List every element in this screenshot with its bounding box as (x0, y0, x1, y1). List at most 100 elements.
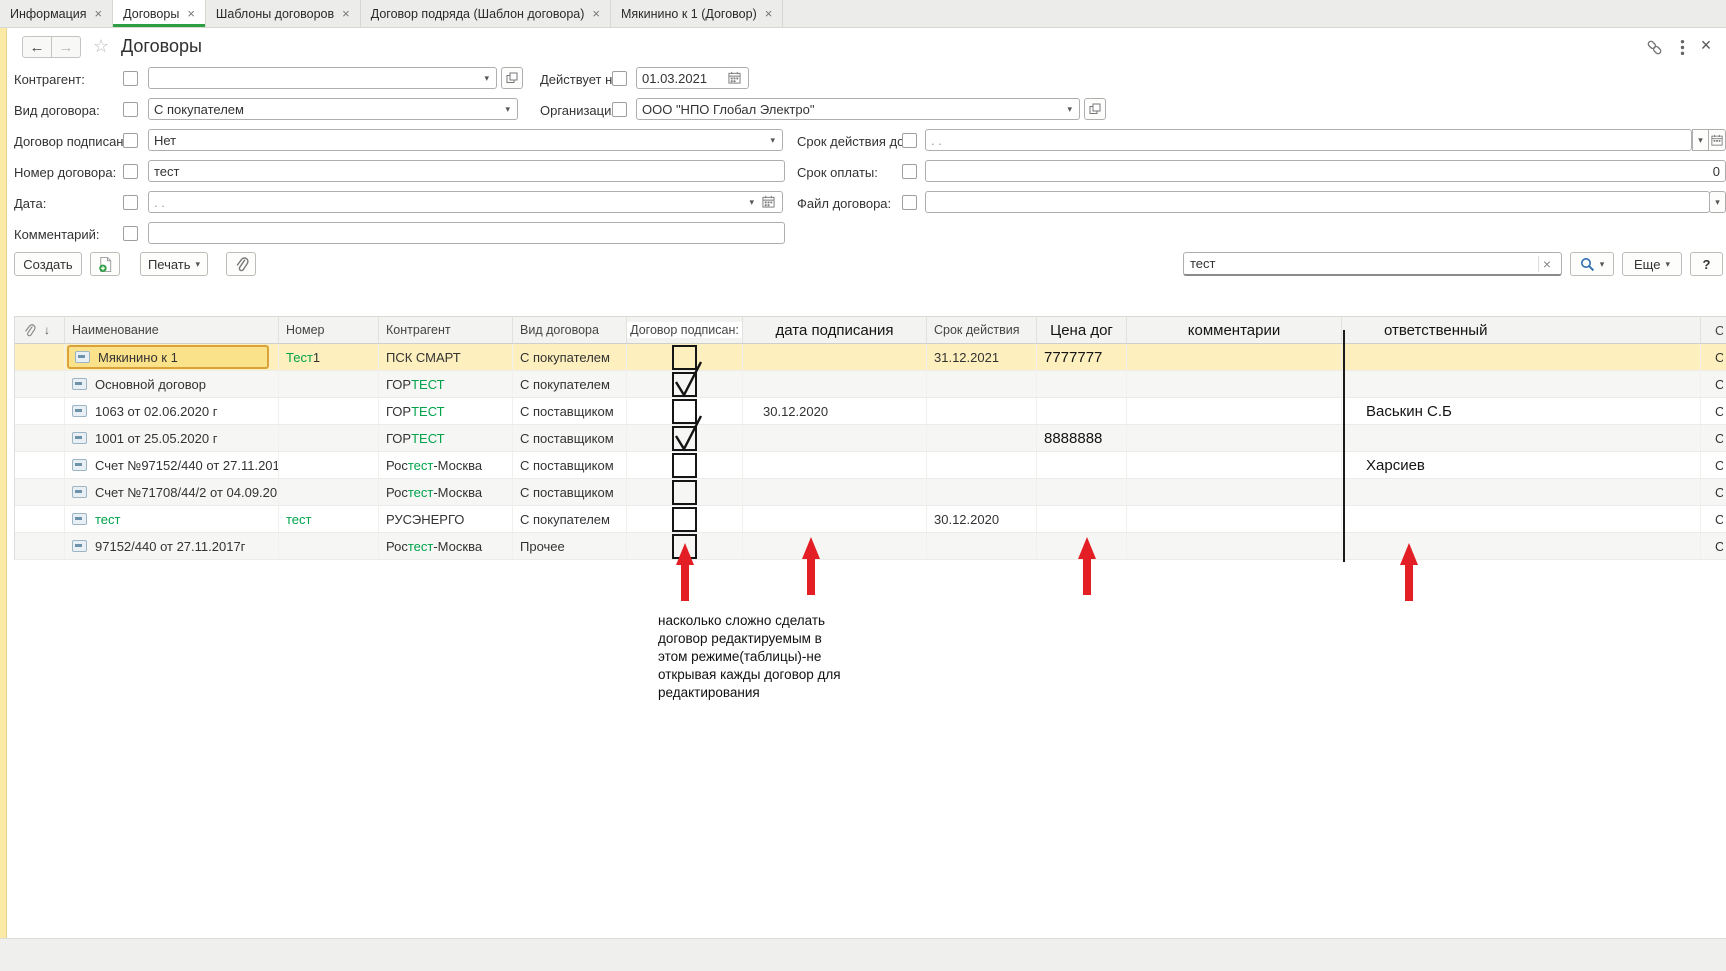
cell-kommentarii[interactable] (1127, 452, 1342, 478)
create-button[interactable]: Создать (14, 252, 82, 276)
table-row[interactable]: Счет №97152/440 от 27.11.2017гРостест-Мо… (15, 452, 1726, 479)
table-row[interactable]: тесттестРУСЭНЕРГОС покупателем30.12.2020… (15, 506, 1726, 533)
cell-vid-dogovora[interactable]: С поставщиком (513, 425, 627, 451)
filter-input-dogovor-podpisan[interactable]: Нет▾ (148, 129, 783, 151)
cell-cena-dog[interactable] (1037, 506, 1127, 532)
cell-otvetstvennyj[interactable] (1342, 479, 1701, 505)
tab-close-icon[interactable]: × (765, 7, 773, 20)
selected-cell[interactable]: Мякинино к 1 (67, 345, 269, 369)
cell-nomer[interactable] (279, 398, 379, 424)
cell-data-podpisaniya[interactable] (743, 344, 927, 370)
tab-5[interactable]: Мякинино к 1 (Договор)× (611, 0, 783, 27)
favorite-star-icon[interactable]: ☆ (93, 36, 109, 57)
cell-data-podpisaniya[interactable] (743, 479, 927, 505)
cell-cena-dog[interactable] (1037, 479, 1127, 505)
filter-input-data[interactable]: . .▾ (148, 191, 783, 213)
cell-cena-dog[interactable] (1037, 398, 1127, 424)
filter-input-fajl-dogovora[interactable] (925, 191, 1710, 213)
cell-srok-dejstviya[interactable] (927, 371, 1037, 397)
cell-otvetstvennyj[interactable] (1342, 533, 1701, 559)
cell-nomer[interactable] (279, 479, 379, 505)
cell-srok-dejstviya[interactable] (927, 398, 1037, 424)
filter-checkbox-srok-oplaty[interactable] (902, 164, 917, 179)
more-button[interactable]: Еще▾ (1622, 252, 1682, 276)
column-header-dogovor-podpisan[interactable]: Договор подписан: (627, 317, 743, 343)
cell-vid-dogovora[interactable]: С покупателем (513, 506, 627, 532)
cell-kommentarii[interactable] (1127, 371, 1342, 397)
filter-input-organizaciya[interactable]: ООО "НПО Глобал Электро"▾ (636, 98, 1080, 120)
filter-checkbox-kontragent[interactable] (123, 71, 138, 86)
cell-kontragent[interactable]: ГОРТЕСТ (379, 425, 513, 451)
cell-kommentarii[interactable] (1127, 398, 1342, 424)
cell-srok-dejstviya[interactable] (927, 533, 1037, 559)
filter-input-vid-dogovora[interactable]: С покупателем▾ (148, 98, 518, 120)
chevron-down-icon[interactable]: ▾ (503, 104, 512, 115)
cell-kontragent[interactable]: ПСК СМАРТ (379, 344, 513, 370)
table-row[interactable]: Счет №71708/44/2 от 04.09.20... Ростест-М… (15, 479, 1726, 506)
filter-input-srok-oplaty[interactable]: 0 (925, 160, 1726, 182)
filter-checkbox-data[interactable] (123, 195, 138, 210)
cell-kommentarii[interactable] (1127, 479, 1342, 505)
tab-close-icon[interactable]: × (95, 7, 103, 20)
cell-data-podpisaniya[interactable]: 30.12.2020 (743, 398, 927, 424)
cell-kontragent[interactable]: ГОРТЕСТ (379, 398, 513, 424)
cell-srok-dejstviya[interactable] (927, 425, 1037, 451)
filter-input-srok-dejstviya-do[interactable]: . . (925, 129, 1692, 151)
search-input[interactable]: тест× (1183, 252, 1562, 276)
chevron-down-icon[interactable]: ▾ (768, 135, 777, 146)
cell-kontragent[interactable]: Ростест-Москва (379, 479, 513, 505)
cell-nomer[interactable]: тест (279, 506, 379, 532)
attachments-button[interactable] (226, 252, 256, 276)
create-new-copy-button[interactable] (90, 252, 120, 276)
chevron-down-icon[interactable]: ▾ (482, 73, 491, 84)
cell-otvetstvennyj[interactable]: Харсиев (1342, 452, 1701, 478)
cell-nomer[interactable]: Тест1 (279, 344, 379, 370)
column-header-cena-dog[interactable]: Цена дог (1037, 317, 1127, 343)
filter-checkbox-kommentarij[interactable] (123, 226, 138, 241)
filter-checkbox-dejstvuet-na[interactable] (612, 71, 627, 86)
more-menu-kebab-icon[interactable] (1672, 37, 1692, 57)
back-button[interactable]: ← (22, 36, 52, 58)
cell-data-podpisaniya[interactable] (743, 425, 927, 451)
cell-otvetstvennyj[interactable] (1342, 425, 1701, 451)
column-header-gutter[interactable]: ↓ (15, 317, 65, 343)
filter-checkbox-organizaciya[interactable] (612, 102, 627, 117)
cell-naimenovanie[interactable]: Счет №71708/44/2 от 04.09.20... (65, 479, 279, 505)
column-header-nomer[interactable]: Номер (279, 317, 379, 343)
help-button[interactable]: ? (1690, 252, 1723, 276)
filter-checkbox-nomer-dogovora[interactable] (123, 164, 138, 179)
srok-dejstviya-calendar-button[interactable] (1708, 129, 1726, 151)
table-row[interactable]: Основной договорГОРТЕСТС покупателемС (15, 371, 1726, 398)
clear-search-icon[interactable]: × (1538, 256, 1555, 272)
filter-input-kommentarij[interactable] (148, 222, 785, 244)
cell-vid-dogovora[interactable]: С покупателем (513, 344, 627, 370)
table-row[interactable]: 1001 от 25.05.2020 гГОРТЕСТС поставщиком… (15, 425, 1726, 452)
kontragent-choose-button[interactable] (501, 67, 523, 89)
cell-otvetstvennyj[interactable] (1342, 506, 1701, 532)
cell-cena-dog[interactable]: 8888888 (1037, 425, 1127, 451)
search-button[interactable]: ▾ (1570, 252, 1614, 276)
cell-vid-dogovora[interactable]: Прочее (513, 533, 627, 559)
cell-vid-dogovora[interactable]: С поставщиком (513, 398, 627, 424)
cell-kontragent[interactable]: Ростест-Москва (379, 533, 513, 559)
tab-close-icon[interactable]: × (342, 7, 350, 20)
chevron-down-icon[interactable]: ▾ (1065, 104, 1074, 115)
cell-kontragent[interactable]: ГОРТЕСТ (379, 371, 513, 397)
table-row[interactable]: 97152/440 от 27.11.2017гРостест-МоскваПр… (15, 533, 1726, 560)
cell-kommentarii[interactable] (1127, 425, 1342, 451)
cell-otvetstvennyj[interactable] (1342, 371, 1701, 397)
filter-checkbox-vid-dogovora[interactable] (123, 102, 138, 117)
filter-input-nomer-dogovora[interactable]: тест (148, 160, 785, 182)
cell-cena-dog[interactable] (1037, 371, 1127, 397)
cell-otvetstvennyj[interactable]: Васькин С.Б (1342, 398, 1701, 424)
cell-cena-dog[interactable] (1037, 452, 1127, 478)
close-form-icon[interactable]: × (1696, 35, 1716, 55)
copy-link-icon[interactable] (1644, 37, 1664, 57)
tab-4[interactable]: Договор подряда (Шаблон договора)× (361, 0, 611, 27)
filter-checkbox-srok-dejstviya-do[interactable] (902, 133, 917, 148)
cell-cena-dog[interactable]: 7777777 (1037, 344, 1127, 370)
calendar-icon[interactable] (760, 195, 777, 210)
filter-input-dejstvuet-na[interactable]: 01.03.2021 (636, 67, 749, 89)
tab-2[interactable]: Договоры× (113, 0, 206, 27)
table-row[interactable]: 1063 от 02.06.2020 гГОРТЕСТС поставщиком… (15, 398, 1726, 425)
